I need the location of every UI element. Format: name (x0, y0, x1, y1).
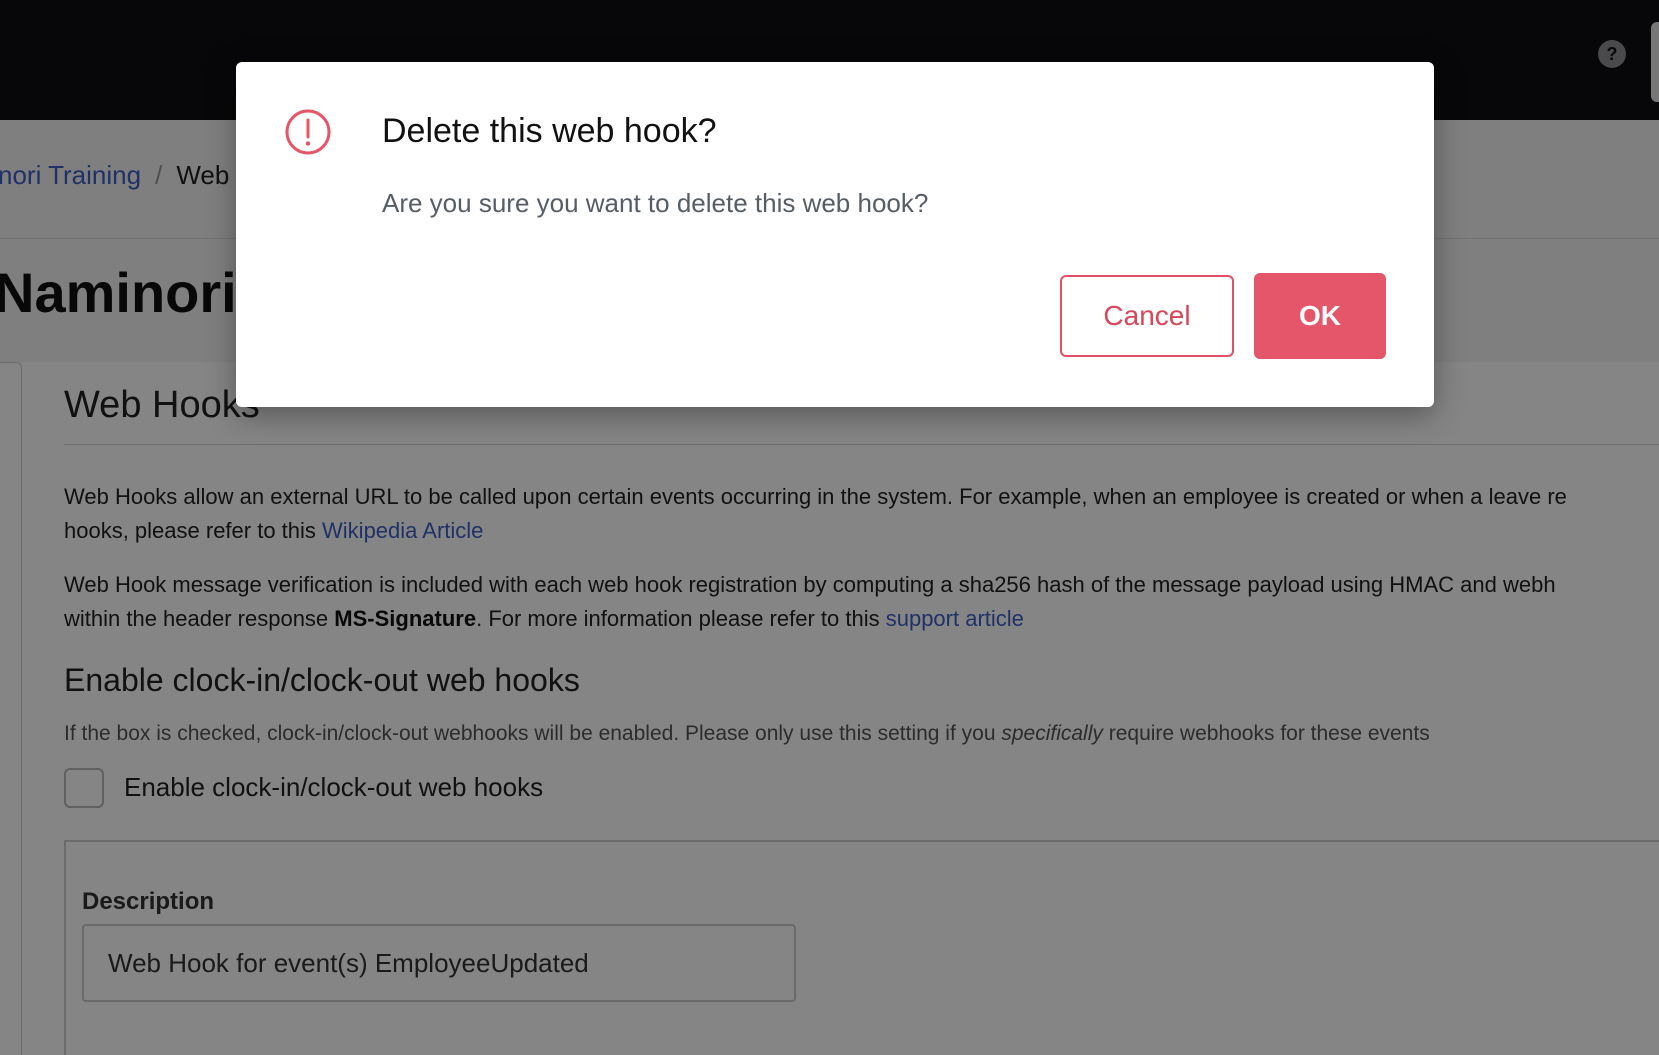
ok-button[interactable]: OK (1254, 273, 1386, 359)
dialog-message: Are you sure you want to delete this web… (382, 188, 929, 218)
delete-confirmation-dialog: Delete this web hook? Are you sure you w… (236, 62, 1434, 407)
cancel-button[interactable]: Cancel (1060, 275, 1234, 357)
dialog-title: Delete this web hook? (382, 112, 717, 150)
exclamation-circle-icon (285, 109, 331, 155)
